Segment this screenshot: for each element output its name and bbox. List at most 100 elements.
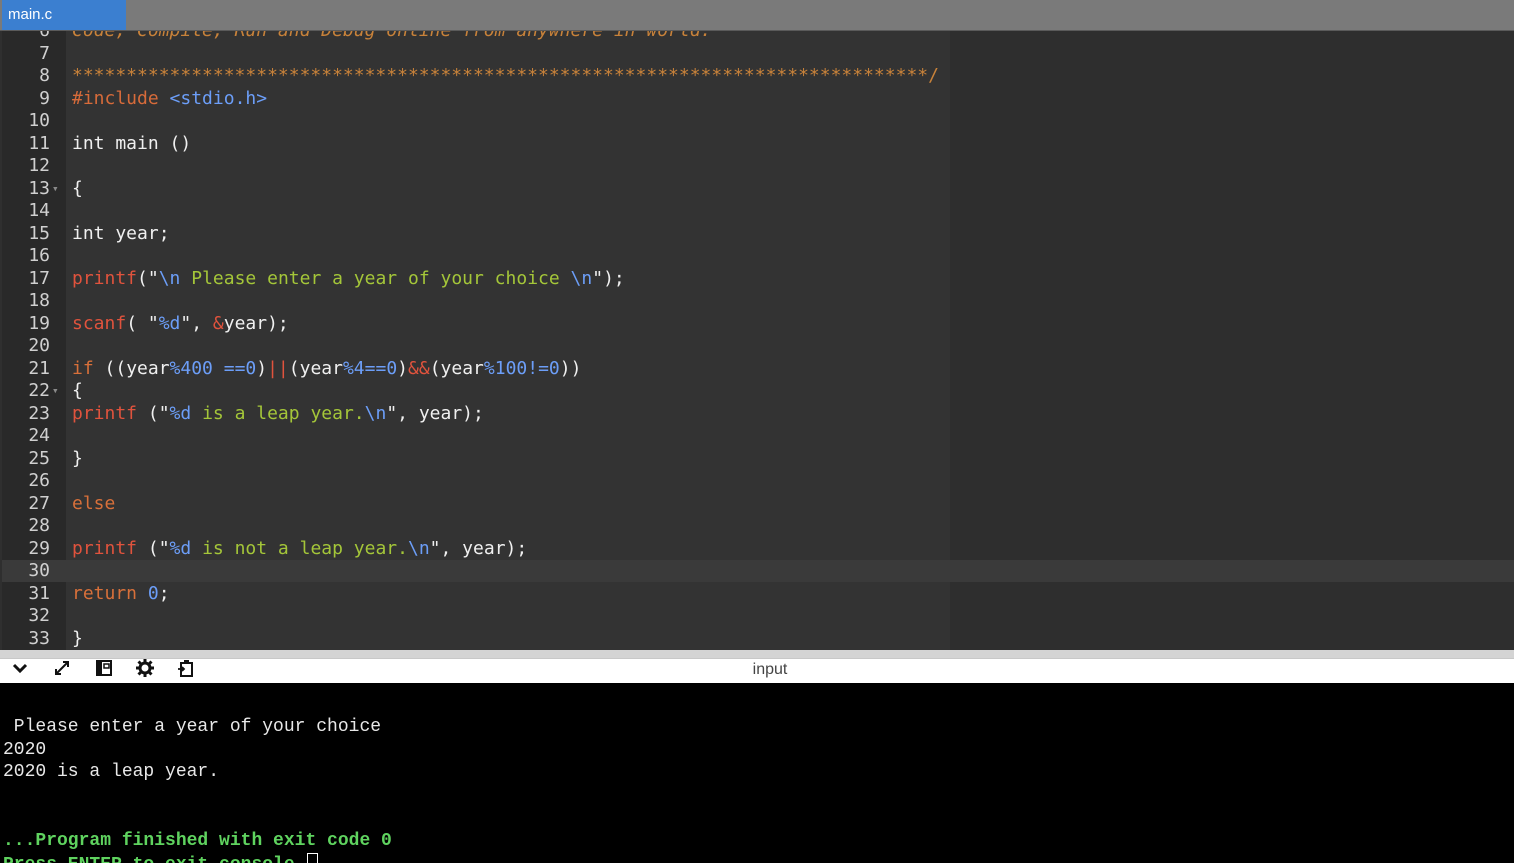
code-token: && [408, 357, 430, 379]
line-number: 24 [28, 425, 50, 446]
chevron-down-icon[interactable] [8, 659, 32, 683]
console-line: 2020 is a leap year. [3, 761, 219, 784]
code-line[interactable]: 33} [0, 628, 1514, 650]
code-token: printf [72, 402, 138, 424]
line-number: 31 [28, 582, 50, 604]
line-number: 8 [39, 65, 50, 86]
code-text: #include <stdio.h> [72, 88, 267, 110]
line-number: 17 [28, 267, 50, 289]
code-token: (" [137, 402, 170, 424]
line-number: 30 [28, 560, 50, 581]
output-console[interactable]: Please enter a year of your choice 2020 20… [0, 683, 1514, 863]
code-token: )) [559, 357, 582, 379]
code-token: ( " [126, 312, 159, 334]
code-line[interactable]: 24 [0, 425, 1514, 447]
code-line[interactable]: 11 int main () [0, 133, 1514, 155]
panel-splitter[interactable] [0, 650, 1514, 658]
line-number: 12 [28, 155, 50, 176]
line-number: 15 [28, 222, 50, 244]
code-token: ) [397, 357, 409, 379]
code-token: } [72, 627, 83, 649]
code-editor[interactable]: 6 Code, Compile, Run and Debug online fro… [0, 31, 1514, 650]
console-cursor[interactable] [307, 852, 319, 863]
fold-toggle-icon[interactable]: ▾ [52, 178, 64, 200]
code-token: is a leap year. [191, 402, 365, 424]
console-line-text: 2020 [3, 739, 47, 760]
code-line[interactable]: 9 #include <stdio.h> [0, 88, 1514, 110]
code-token: \n [407, 537, 430, 559]
code-token: ; [158, 582, 170, 604]
console-line-text: Please enter a year of your choice [3, 716, 382, 737]
code-text: int year; [72, 223, 170, 245]
code-text: } [72, 628, 83, 650]
code-line[interactable]: 21 if ((year%400 ==0)||(year%4==0)&&(year… [0, 358, 1514, 380]
code-line[interactable]: 13 ▾ { [0, 178, 1514, 200]
code-token: %400 == [169, 357, 246, 379]
code-line[interactable]: 7 [0, 43, 1514, 65]
line-number: 13 [28, 177, 50, 199]
clipboard-icon[interactable] [174, 659, 198, 683]
code-line[interactable]: 32 [0, 605, 1514, 627]
code-token: (" [137, 267, 159, 289]
code-line[interactable]: 27 else [0, 493, 1514, 515]
code-token: printf [72, 537, 138, 559]
line-number: 21 [28, 357, 50, 379]
code-line[interactable]: 14 [0, 200, 1514, 222]
code-line[interactable]: 26 [0, 470, 1514, 492]
code-token: \n [158, 267, 181, 289]
code-token: 0 [548, 357, 560, 379]
line-number: 18 [28, 290, 50, 311]
line-number: 25 [28, 447, 50, 469]
code-line[interactable]: 16 [0, 245, 1514, 267]
line-number: 9 [39, 87, 50, 109]
gear-icon[interactable] [133, 659, 157, 683]
line-number: 32 [28, 605, 50, 626]
fold-toggle-icon[interactable]: ▾ [52, 380, 64, 402]
code-text: printf("\n Please enter a year of your c… [72, 268, 625, 290]
code-token: { [72, 380, 83, 401]
layout-icon[interactable] [92, 659, 116, 683]
code-token: ((year [93, 357, 170, 379]
code-token: %d [169, 537, 192, 559]
code-token: ", year); [429, 537, 528, 559]
code-line[interactable]: 23 printf ("%d is a leap year.\n", year); [0, 403, 1514, 425]
tab-main-c[interactable]: main.c [2, 0, 126, 30]
code-line[interactable]: 20 [0, 335, 1514, 357]
code-line[interactable]: 22 ▾ { [0, 380, 1514, 402]
code-line[interactable]: 12 [0, 155, 1514, 177]
line-number: 22 [28, 380, 50, 401]
code-token: if [72, 357, 94, 379]
console-toolbar: input [0, 658, 1514, 683]
tab-bar: main.c [0, 0, 1514, 31]
code-token: Code, Compile, Run and Debug online from… [72, 31, 711, 41]
code-text: Code, Compile, Run and Debug online from… [72, 31, 711, 42]
code-text: } [72, 448, 83, 470]
console-line: Please enter a year of your choice [3, 716, 381, 739]
console-line: ...Program finished with exit code 0 [3, 830, 392, 853]
expand-icon[interactable] [50, 659, 74, 683]
code-line[interactable]: 17 printf("\n Please enter a year of your… [0, 268, 1514, 290]
code-token: (year [429, 357, 484, 379]
line-number: 33 [28, 627, 50, 649]
code-line[interactable]: 31 return 0; [0, 583, 1514, 605]
console-line-text: ...Program finished with exit code 0 [3, 830, 392, 851]
code-line[interactable]: 10 [0, 110, 1514, 132]
code-line[interactable]: 8 ***************************************… [0, 65, 1514, 87]
code-token: || [267, 357, 289, 379]
console-line: Press ENTER to exit console. [3, 852, 319, 863]
code-line[interactable]: 15 int year; [0, 223, 1514, 245]
code-line[interactable]: 19 scanf( "%d", &year); [0, 313, 1514, 335]
code-line[interactable]: 6 Code, Compile, Run and Debug online fro… [0, 31, 1514, 42]
code-line[interactable]: 29 printf ("%d is not a leap year.\n", ye… [0, 538, 1514, 560]
code-line[interactable]: 18 [0, 290, 1514, 312]
code-token: <stdio.h> [169, 87, 268, 109]
code-token: printf [72, 267, 138, 289]
code-text: else [72, 493, 115, 515]
code-line[interactable]: 28 [0, 515, 1514, 537]
code-line[interactable]: 25} [0, 448, 1514, 470]
code-token: Please enter a year of your choice [180, 267, 571, 289]
code-token: { [72, 177, 83, 199]
code-text: printf ("%d is a leap year.\n", year); [72, 403, 484, 425]
line-number: 26 [28, 470, 50, 491]
code-line[interactable]: 30 [0, 560, 1514, 582]
